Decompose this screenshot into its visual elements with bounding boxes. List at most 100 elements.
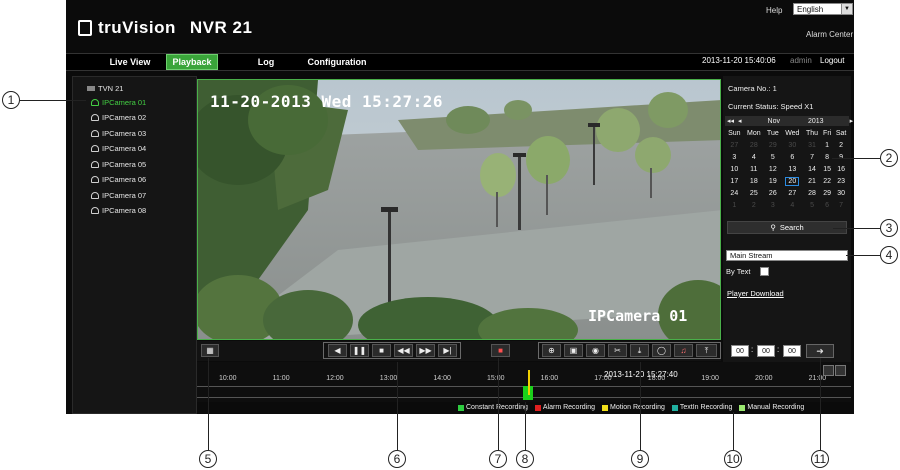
tree-camera-item[interactable]: IPCamera 07 xyxy=(91,191,146,200)
search-button[interactable]: ⚲ Search xyxy=(727,221,847,234)
calendar-day[interactable]: 5 xyxy=(803,199,821,211)
camera-icon xyxy=(91,161,99,168)
calendar-day[interactable]: 27 xyxy=(725,139,744,151)
calendar-day[interactable]: 16 xyxy=(833,163,849,175)
calendar-day[interactable]: 30 xyxy=(782,139,803,151)
calendar-day[interactable]: 7 xyxy=(803,151,821,163)
callout-leader xyxy=(733,412,734,450)
calendar-day[interactable]: 11 xyxy=(744,163,764,175)
calendar-day[interactable]: 18 xyxy=(744,175,764,187)
playback-video[interactable]: 11-20-2013 Wed 15:27:26 IPCamera 01 xyxy=(197,79,721,340)
timeline-zoom-in-icon[interactable] xyxy=(823,365,834,376)
tab-playback[interactable]: Playback xyxy=(166,54,218,70)
calendar-day[interactable]: 20 xyxy=(782,175,803,187)
logout-link[interactable]: Logout xyxy=(820,56,844,65)
window-division-icon[interactable]: ▦ xyxy=(201,344,219,357)
calendar-day[interactable]: 14 xyxy=(803,163,821,175)
calendar-day[interactable]: 3 xyxy=(725,151,744,163)
logo-mark-icon xyxy=(78,20,92,36)
calendar-day[interactable]: 1 xyxy=(725,199,744,211)
slow-forward-icon[interactable]: ◀◀ xyxy=(394,344,413,357)
go-to-time-button[interactable]: ➜ xyxy=(806,344,834,358)
calendar-day[interactable]: 28 xyxy=(744,139,764,151)
digital-zoom-icon[interactable]: ⊕ xyxy=(542,344,561,357)
calendar-day[interactable]: 17 xyxy=(725,175,744,187)
timeline-zoom-out-icon[interactable] xyxy=(835,365,846,376)
language-select[interactable]: English ▼ xyxy=(793,3,853,15)
calendar-day[interactable]: 1 xyxy=(821,139,833,151)
snapshot-camera-icon[interactable]: ◉ xyxy=(586,344,605,357)
calendar-day[interactable]: 23 xyxy=(833,175,849,187)
tree-camera-item[interactable]: IPCamera 05 xyxy=(91,160,146,169)
tree-root[interactable]: TVN 21 xyxy=(87,84,123,93)
calendar-day[interactable]: 27 xyxy=(782,187,803,199)
calendar-day[interactable]: 5 xyxy=(764,151,782,163)
callout-leader xyxy=(832,158,880,159)
calendar-day[interactable]: 6 xyxy=(782,151,803,163)
calendar-header: ◂◂ ◂ Nov 2013 ▸ ▸▸ xyxy=(725,116,853,126)
calendar-day[interactable]: 29 xyxy=(821,187,833,199)
playback-timeline[interactable]: 2013-11-20 15:27:40 10:00 11:00 12:00 13:00… xyxy=(197,362,851,402)
calendar-day[interactable]: 15 xyxy=(821,163,833,175)
help-link[interactable]: Help xyxy=(766,6,782,15)
calendar-day[interactable]: 7 xyxy=(833,199,849,211)
tree-camera-item[interactable]: IPCamera 02 xyxy=(91,113,146,122)
search-time-seconds[interactable]: 00 xyxy=(783,345,801,357)
calendar-day[interactable]: 31 xyxy=(803,139,821,151)
calendar-day[interactable]: 19 xyxy=(764,175,782,187)
next-month-icon[interactable]: ▸ xyxy=(850,117,854,125)
fast-forward-icon[interactable]: ▶▶ xyxy=(416,344,435,357)
pause-icon[interactable]: ❚❚ xyxy=(350,344,369,357)
calendar-day[interactable]: 3 xyxy=(764,199,782,211)
stream-type-select[interactable]: Main Stream xyxy=(726,250,848,261)
clip-scissors-icon[interactable]: ✂ xyxy=(608,344,627,357)
by-text-checkbox[interactable] xyxy=(760,267,769,276)
calendar-day[interactable]: 6 xyxy=(821,199,833,211)
stop-icon[interactable]: ■ xyxy=(372,344,391,357)
tab-log[interactable]: Log xyxy=(246,54,286,70)
reverse-play-icon[interactable]: ◀ xyxy=(328,344,347,357)
calendar-day-label: 25 xyxy=(749,189,758,197)
chevron-down-icon[interactable]: ▼ xyxy=(841,4,852,14)
tree-camera-item[interactable]: IPCamera 06 xyxy=(91,175,146,184)
calendar-day[interactable]: 25 xyxy=(744,187,764,199)
calendar-day[interactable]: 22 xyxy=(821,175,833,187)
calendar-day[interactable]: 10 xyxy=(725,163,744,175)
tab-configuration[interactable]: Configuration xyxy=(292,54,382,70)
search-time-minutes[interactable]: 00 xyxy=(757,345,775,357)
parking-lot-scene xyxy=(198,80,720,339)
stop-all-playback-icon[interactable]: ■ xyxy=(491,344,510,357)
calendar-day[interactable]: 28 xyxy=(803,187,821,199)
prev-month-icon[interactable]: ◂ xyxy=(738,117,742,125)
callout-9: 9 xyxy=(631,450,649,468)
calendar-day[interactable]: 9 xyxy=(833,151,849,163)
timeline-cursor[interactable] xyxy=(528,370,530,395)
export-icon[interactable]: ⤒ xyxy=(696,344,717,357)
alarm-center-link[interactable]: Alarm Center xyxy=(806,30,853,39)
calendar-day[interactable]: 12 xyxy=(764,163,782,175)
camera-label: IPCamera 06 xyxy=(102,175,147,184)
calendar-day[interactable]: 13 xyxy=(782,163,803,175)
calendar-day[interactable]: 8 xyxy=(821,151,833,163)
search-time-hours[interactable]: 00 xyxy=(731,345,749,357)
step-forward-icon[interactable]: ▶| xyxy=(438,344,457,357)
calendar-day[interactable]: 21 xyxy=(803,175,821,187)
calendar-day[interactable]: 29 xyxy=(764,139,782,151)
calendar-day[interactable]: 24 xyxy=(725,187,744,199)
tree-camera-item[interactable]: IPCamera 04 xyxy=(91,144,146,153)
player-download-link[interactable]: Player Download xyxy=(727,289,784,298)
image-adjust-icon[interactable]: ▣ xyxy=(564,344,583,357)
calendar-day[interactable]: 2 xyxy=(744,199,764,211)
archive-icon[interactable]: ◯ xyxy=(652,344,671,357)
tree-camera-item[interactable]: IPCamera 03 xyxy=(91,129,146,138)
calendar-day[interactable]: 4 xyxy=(782,199,803,211)
calendar-day[interactable]: 26 xyxy=(764,187,782,199)
volume-icon[interactable]: ♫ xyxy=(674,344,693,357)
prev-year-icon[interactable]: ◂◂ xyxy=(727,117,734,125)
download-icon[interactable]: ⤓ xyxy=(630,344,649,357)
calendar-day[interactable]: 4 xyxy=(744,151,764,163)
calendar-day[interactable]: 30 xyxy=(833,187,849,199)
tree-camera-item[interactable]: IPCamera 08 xyxy=(91,206,146,215)
tree-camera-item[interactable]: IPCamera 01 xyxy=(91,98,146,107)
calendar-day[interactable]: 2 xyxy=(833,139,849,151)
